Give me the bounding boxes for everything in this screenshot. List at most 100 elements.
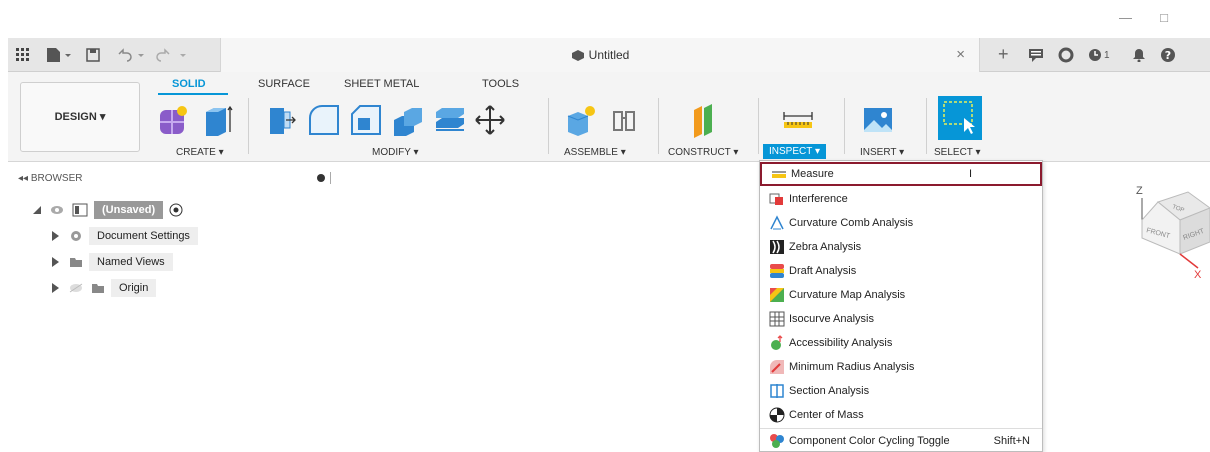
menu-item-zebra[interactable]: Zebra Analysis xyxy=(760,235,1042,259)
redo-icon[interactable] xyxy=(156,47,192,63)
menu-item-center-of-mass[interactable]: Center of Mass xyxy=(760,403,1042,427)
zebra-icon xyxy=(770,240,784,254)
tab-surface[interactable]: SURFACE xyxy=(258,78,310,90)
undo-icon[interactable] xyxy=(116,47,152,63)
insert-image-icon[interactable] xyxy=(860,102,896,138)
job-status-icon[interactable] xyxy=(1028,47,1044,63)
toolbar-ribbon: DESIGN ▾ SOLID SURFACE SHEET METAL TOOLS xyxy=(8,72,1210,162)
root-component-label: (Unsaved) xyxy=(94,201,164,219)
window-controls: — □ xyxy=(1090,0,1210,38)
extrude-icon[interactable] xyxy=(200,102,236,138)
move-icon[interactable] xyxy=(472,102,508,138)
document-title: Untitled xyxy=(588,48,630,62)
section-analysis-icon xyxy=(770,384,784,398)
axis-x-label: X xyxy=(1194,269,1202,280)
menu-item-label: Draft Analysis xyxy=(789,265,857,277)
menu-item-label: Zebra Analysis xyxy=(789,241,862,253)
activate-radio-icon[interactable] xyxy=(169,203,183,217)
menu-item-color-cycling[interactable]: Component Color Cycling Toggle Shift+N xyxy=(760,429,1042,452)
select-tool-icon[interactable] xyxy=(938,96,982,140)
view-cube[interactable]: Z TOP FRONT RIGHT X xyxy=(1130,180,1210,280)
browser-pin-icon[interactable] xyxy=(317,174,325,182)
help-icon[interactable]: ? xyxy=(1160,47,1176,63)
group-separator xyxy=(248,98,249,154)
maximize-button[interactable]: □ xyxy=(1160,10,1168,25)
workspace-switcher-button[interactable]: DESIGN ▾ xyxy=(20,82,140,152)
new-component-icon[interactable] xyxy=(564,102,600,138)
menu-item-measure[interactable]: Measure I xyxy=(760,162,1042,186)
new-tab-button[interactable]: + xyxy=(998,44,1009,65)
ruler-icon xyxy=(772,171,786,178)
minimum-radius-icon xyxy=(770,360,784,374)
shell-icon[interactable] xyxy=(390,102,426,138)
tab-solid[interactable]: SOLID xyxy=(172,78,206,90)
menu-item-label: Center of Mass xyxy=(789,409,864,421)
menu-item-label: Curvature Map Analysis xyxy=(789,289,906,301)
menu-item-section[interactable]: Section Analysis xyxy=(760,379,1042,403)
browser-title: ◂◂ BROWSER xyxy=(18,173,83,184)
menu-item-interference[interactable]: Interference xyxy=(760,187,1042,211)
menu-item-curvature-map[interactable]: Curvature Map Analysis xyxy=(760,283,1042,307)
tab-sheet-metal[interactable]: SHEET METAL xyxy=(344,78,419,90)
close-tab-button[interactable]: × xyxy=(956,46,965,63)
create-form-icon[interactable] xyxy=(156,102,192,138)
curvature-comb-icon xyxy=(770,215,784,230)
menu-item-curvature-comb[interactable]: Curvature Comb Analysis xyxy=(760,211,1042,235)
fillet-icon[interactable] xyxy=(306,102,342,138)
browser-item-origin[interactable]: Origin xyxy=(52,278,157,298)
bell-icon[interactable] xyxy=(1132,47,1146,63)
interference-icon xyxy=(769,193,783,205)
offset-plane-icon[interactable] xyxy=(686,102,722,138)
select-group-menu[interactable]: SELECT ▾ xyxy=(934,147,981,158)
create-group-menu[interactable]: CREATE ▾ xyxy=(176,147,224,158)
inspect-group-menu[interactable]: INSPECT ▾ xyxy=(763,144,826,159)
menu-item-draft[interactable]: Draft Analysis xyxy=(760,259,1042,283)
document-tab[interactable]: Untitled × xyxy=(220,38,980,72)
top-bar: Untitled × + 1 ? xyxy=(8,38,1210,72)
file-menu-icon[interactable] xyxy=(46,47,72,63)
menu-item-label: Curvature Comb Analysis xyxy=(789,217,914,229)
browser-item-label: Document Settings xyxy=(89,227,198,245)
group-separator xyxy=(758,98,759,154)
expand-triangle-icon[interactable] xyxy=(52,231,59,241)
document-title-row: Untitled xyxy=(221,48,979,62)
grid-menu-icon[interactable] xyxy=(16,47,30,63)
modify-group-menu[interactable]: MODIFY ▾ xyxy=(372,147,419,158)
isocurve-icon xyxy=(769,311,785,327)
menu-item-accessibility[interactable]: Accessibility Analysis xyxy=(760,331,1042,355)
group-separator xyxy=(658,98,659,154)
browser-root-node[interactable]: (Unsaved) xyxy=(32,200,183,220)
job-count[interactable]: 1 xyxy=(1088,47,1110,63)
combine-icon[interactable] xyxy=(432,102,468,138)
press-pull-icon[interactable] xyxy=(264,102,300,138)
svg-text:?: ? xyxy=(1165,49,1171,62)
tab-tools[interactable]: TOOLS xyxy=(482,78,519,90)
save-icon[interactable] xyxy=(86,47,100,63)
folder-icon xyxy=(92,284,104,293)
expand-triangle-icon[interactable] xyxy=(52,257,59,267)
measure-tool-icon[interactable] xyxy=(780,102,816,138)
menu-item-label: Component Color Cycling Toggle xyxy=(789,435,950,447)
menu-item-minimum-radius[interactable]: Minimum Radius Analysis xyxy=(760,355,1042,379)
browser-item-document-settings[interactable]: Document Settings xyxy=(52,226,198,246)
center-of-mass-icon xyxy=(769,407,785,423)
menu-item-isocurve[interactable]: Isocurve Analysis xyxy=(760,307,1042,331)
insert-group-menu[interactable]: INSERT ▾ xyxy=(860,147,904,158)
hidden-eye-icon[interactable] xyxy=(69,283,83,293)
visibility-eye-icon[interactable] xyxy=(50,205,64,215)
job-count-badge: 1 xyxy=(1104,49,1110,61)
assemble-group-menu[interactable]: ASSEMBLE ▾ xyxy=(564,147,626,158)
expand-triangle-icon[interactable] xyxy=(52,283,59,293)
joint-icon[interactable] xyxy=(606,102,642,138)
browser-item-named-views[interactable]: Named Views xyxy=(52,252,173,272)
collapse-triangle-icon[interactable] xyxy=(32,205,42,215)
menu-shortcut: Shift+N xyxy=(993,435,1030,447)
browser-resize-handle[interactable] xyxy=(330,172,331,184)
browser-header[interactable]: ◂◂ BROWSER xyxy=(8,168,338,188)
extensions-icon[interactable] xyxy=(1058,47,1074,63)
minimize-button[interactable]: — xyxy=(1119,10,1132,25)
folder-icon xyxy=(70,258,82,267)
chamfer-icon[interactable] xyxy=(348,102,384,138)
construct-group-menu[interactable]: CONSTRUCT ▾ xyxy=(668,147,738,158)
group-separator xyxy=(926,98,927,154)
